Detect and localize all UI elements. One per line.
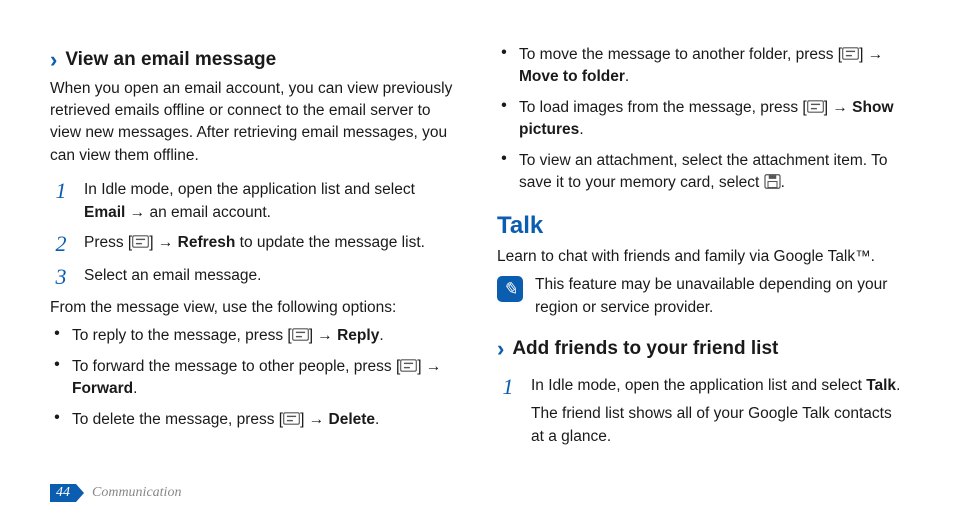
bullet-icon: • — [497, 44, 511, 89]
step-number: 3 — [50, 265, 72, 289]
step-1: 1 In Idle mode, open the application lis… — [497, 375, 904, 448]
intro-text: When you open an email account, you can … — [50, 78, 457, 168]
note-box: ✎ This feature may be unavailable depend… — [497, 274, 904, 319]
list-item: • To move the message to another folder,… — [497, 44, 904, 89]
list-item: • To load images from the message, press… — [497, 97, 904, 142]
bullet-icon: • — [497, 97, 511, 142]
steps-list: 1 In Idle mode, open the application lis… — [497, 375, 904, 448]
bullet-icon: • — [497, 150, 511, 195]
left-column: › View an email message When you open an… — [50, 40, 477, 478]
heading-view-email: › View an email message — [50, 46, 457, 74]
menu-key-icon — [842, 47, 859, 60]
page-footer: 44 Communication — [50, 484, 181, 502]
heading-text: View an email message — [65, 46, 276, 74]
menu-key-icon — [292, 328, 309, 341]
list-item: • To view an attachment, select the atta… — [497, 150, 904, 195]
step-body: In Idle mode, open the application list … — [531, 375, 904, 448]
heading-talk: Talk — [497, 209, 904, 244]
note-text: This feature may be unavailable dependin… — [535, 274, 904, 319]
chevron-icon: › — [497, 338, 504, 360]
list-item: • To delete the message, press [] → Dele… — [50, 409, 457, 431]
save-icon — [764, 174, 781, 189]
right-column: • To move the message to another folder,… — [477, 40, 904, 478]
page-number: 44 — [50, 484, 76, 502]
step-body: In Idle mode, open the application list … — [84, 179, 457, 224]
bullet-list: • To reply to the message, press [] → Re… — [50, 325, 457, 431]
step-number: 2 — [50, 232, 72, 256]
step-1: 1 In Idle mode, open the application lis… — [50, 179, 457, 224]
chevron-icon: › — [50, 49, 57, 71]
step-body: Select an email message. — [84, 265, 457, 289]
bullet-list: • To move the message to another folder,… — [497, 44, 904, 195]
step-3: 3 Select an email message. — [50, 265, 457, 289]
talk-intro: Learn to chat with friends and family vi… — [497, 246, 904, 268]
bullet-icon: • — [50, 356, 64, 401]
bullet-icon: • — [50, 325, 64, 347]
menu-key-icon — [400, 359, 417, 372]
heading-text: Add friends to your friend list — [512, 335, 778, 363]
page-content: › View an email message When you open an… — [0, 0, 954, 478]
list-item: • To forward the message to other people… — [50, 356, 457, 401]
from-line: From the message view, use the following… — [50, 297, 457, 319]
step-number: 1 — [50, 179, 72, 224]
bullet-icon: • — [50, 409, 64, 431]
step-2: 2 Press [] → Refresh to update the messa… — [50, 232, 457, 256]
heading-add-friends: › Add friends to your friend list — [497, 335, 904, 363]
list-item: • To reply to the message, press [] → Re… — [50, 325, 457, 347]
menu-key-icon — [132, 235, 149, 248]
menu-key-icon — [283, 412, 300, 425]
step-body: Press [] → Refresh to update the message… — [84, 232, 457, 256]
step-number: 1 — [497, 375, 519, 448]
menu-key-icon — [807, 100, 824, 113]
footer-section: Communication — [92, 485, 181, 501]
note-icon: ✎ — [497, 276, 523, 302]
steps-list: 1 In Idle mode, open the application lis… — [50, 179, 457, 288]
